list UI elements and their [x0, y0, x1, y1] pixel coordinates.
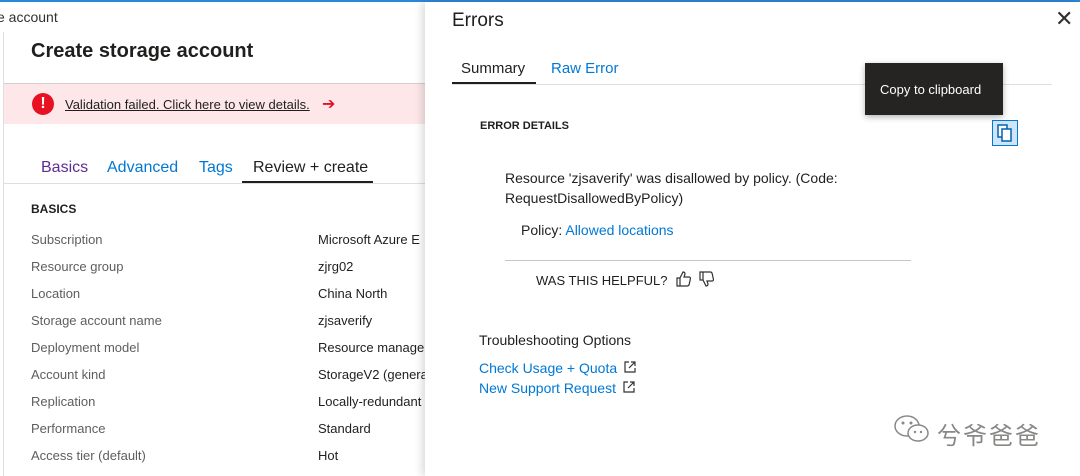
policy-line: Policy: Allowed locations [521, 222, 674, 238]
breadcrumb[interactable]: e account [0, 9, 58, 25]
summary-label-replication: Replication [31, 394, 96, 409]
summary-value-performance: Standard [318, 421, 371, 436]
summary-label-deployment-model: Deployment model [31, 340, 140, 355]
validation-message-link[interactable]: Validation failed. Click here to view de… [65, 97, 310, 112]
copy-glyph [997, 124, 1012, 142]
arrow-right-icon: ➔ [322, 96, 336, 113]
external-link-icon [623, 381, 635, 393]
summary-label-subscription: Subscription [31, 232, 103, 247]
summary-value-resource-group: zjrg02 [318, 259, 354, 274]
error-icon: ! [32, 93, 54, 115]
create-storage-blade: e account Create storage account ! Valid… [0, 2, 425, 476]
troubleshooting-heading: Troubleshooting Options [479, 332, 632, 348]
error-details-heading: ERROR DETAILS [480, 120, 570, 132]
error-message: Resource 'zjsaverify' was disallowed by … [505, 170, 838, 206]
tab-basics[interactable]: Basics [41, 159, 88, 177]
divider [4, 183, 425, 184]
summary-label-account-kind: Account kind [31, 367, 106, 382]
summary-value-account-kind: StorageV2 (genera [318, 367, 425, 382]
close-icon[interactable]: ✕ [1055, 8, 1073, 30]
thumbs-down-icon[interactable] [697, 269, 717, 289]
summary-label-access-tier: Access tier (default) [31, 448, 146, 463]
new-support-request-link[interactable]: New Support Request [479, 380, 616, 396]
external-link-icon [624, 361, 636, 373]
tab-raw-error[interactable]: Raw Error [551, 60, 619, 77]
summary-value-storage-account-name: zjsaverify [318, 313, 373, 328]
summary-value-location: China North [318, 286, 388, 301]
summary-value-replication: Locally-redundant [318, 394, 422, 409]
summary-value-subscription: Microsoft Azure E [318, 232, 420, 247]
wechat-icon [894, 415, 929, 442]
tab-advanced[interactable]: Advanced [107, 159, 178, 177]
copy-icon[interactable] [992, 120, 1018, 146]
tooltip-text: Copy to clipboard [880, 82, 982, 97]
watermark: 兮爷爸爸 [892, 412, 1072, 450]
thumbs-up-icon[interactable] [674, 269, 694, 289]
helpful-prompt: WAS THIS HELPFUL? [536, 273, 668, 288]
summary-value-access-tier: Hot [318, 448, 339, 463]
divider [505, 260, 911, 261]
copy-tooltip: Copy to clipboard [865, 63, 1003, 115]
section-title: BASICS [31, 202, 77, 216]
summary-label-performance: Performance [31, 421, 106, 436]
tab-summary[interactable]: Summary [461, 60, 525, 77]
page-title: Create storage account [31, 40, 254, 62]
summary-label-resource-group: Resource group [31, 259, 124, 274]
watermark-text: 兮爷爸爸 [937, 423, 1041, 450]
policy-link[interactable]: Allowed locations [565, 222, 673, 238]
check-usage-quota-link[interactable]: Check Usage + Quota [479, 360, 617, 376]
summary-label-location: Location [31, 286, 81, 301]
summary-value-deployment-model: Resource manage [318, 340, 425, 355]
summary-label-storage-account-name: Storage account name [31, 313, 162, 328]
validation-banner[interactable]: ! Validation failed. Click here to view … [4, 84, 425, 124]
tab-review-create[interactable]: Review + create [253, 159, 368, 177]
tab-tags[interactable]: Tags [199, 159, 233, 177]
policy-label: Policy: [521, 222, 563, 238]
errors-panel: Errors ✕ Summary Raw Error Copy to clipb… [425, 2, 1080, 476]
panel-title: Errors [452, 10, 504, 31]
